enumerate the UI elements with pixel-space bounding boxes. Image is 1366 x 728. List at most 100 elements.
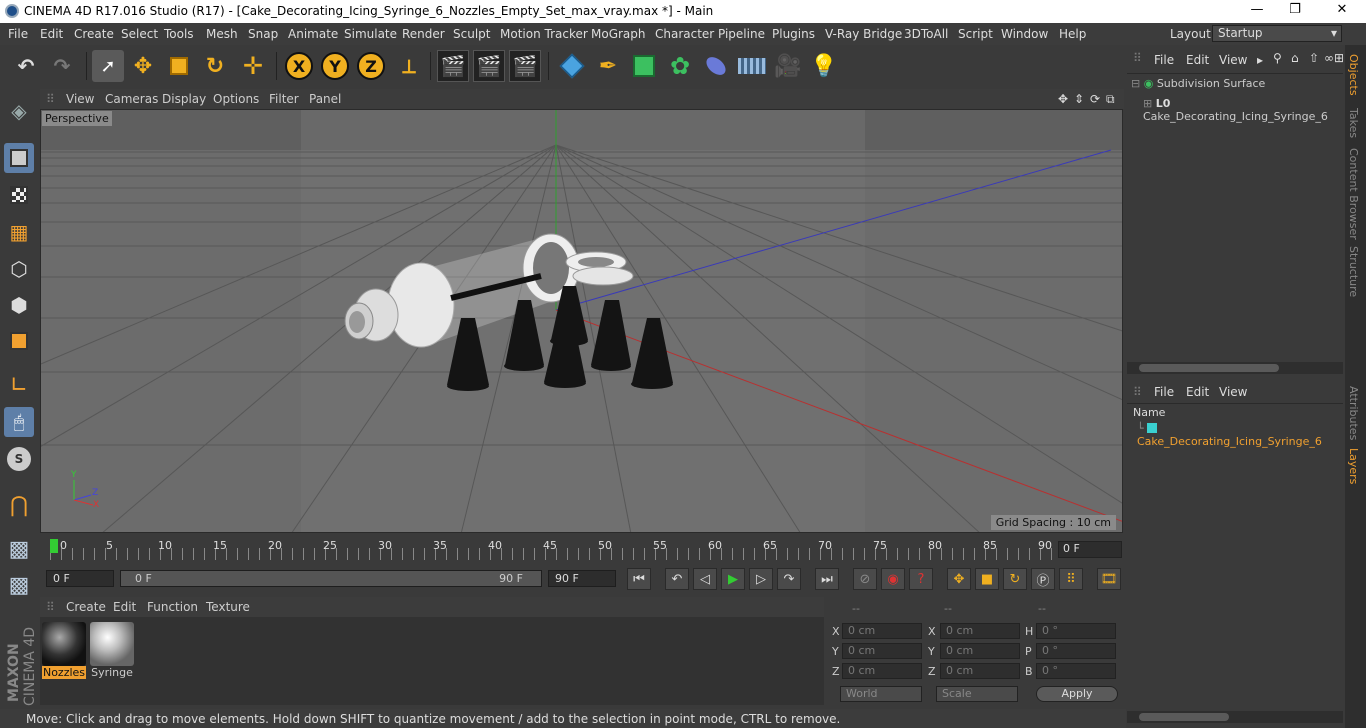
next-frame-icon[interactable]: ▷ <box>749 568 773 590</box>
layout-select[interactable]: Startup ▾ <box>1212 25 1342 42</box>
move-view-icon[interactable]: ✥ <box>1058 92 1068 106</box>
keyframe-selection-icon[interactable]: ? <box>909 568 933 590</box>
tab-takes[interactable]: Takes <box>1347 108 1360 138</box>
zoom-view-icon[interactable]: ⇕ <box>1074 92 1084 106</box>
home-icon[interactable]: ⌂ <box>1291 51 1299 65</box>
up-arrow-icon[interactable]: ⇧ <box>1309 51 1319 65</box>
size-z-field[interactable]: 0 cm <box>940 663 1020 679</box>
menu-animate[interactable]: Animate <box>288 27 338 41</box>
go-to-end-icon[interactable]: ⏭ <box>815 568 839 590</box>
viewport-menu-view[interactable]: View <box>66 92 94 106</box>
deformer-icon[interactable] <box>700 50 732 82</box>
scale-icon[interactable] <box>163 50 195 82</box>
tree-expand-icon[interactable]: ⊞ <box>1143 97 1152 110</box>
play-icon[interactable]: ▶ <box>721 568 745 590</box>
layers-menu-view[interactable]: View <box>1219 385 1247 399</box>
menu-help[interactable]: Help <box>1059 27 1086 41</box>
floor-icon[interactable] <box>736 50 768 82</box>
y-axis-button[interactable]: Y <box>319 50 351 82</box>
material-menu-edit[interactable]: Edit <box>113 600 136 614</box>
rotation-b-field[interactable]: 0 ° <box>1036 663 1116 679</box>
move-icon[interactable]: ✥ <box>127 50 159 82</box>
camera-icon[interactable]: 🎥 <box>772 50 804 82</box>
redo-icon[interactable]: ↷ <box>46 50 78 82</box>
world-select[interactable]: World <box>840 686 922 702</box>
chevron-right-icon[interactable]: ▸ <box>1257 53 1263 67</box>
pen-spline-icon[interactable]: ✒ <box>592 50 624 82</box>
position-x-field[interactable]: 0 cm <box>842 623 922 639</box>
points-mode-icon[interactable]: ⬡ <box>4 254 34 284</box>
z-axis-button[interactable]: Z <box>355 50 387 82</box>
objects-scrollbar[interactable] <box>1127 362 1343 374</box>
maximize-view-icon[interactable]: ⧉ <box>1106 92 1115 107</box>
menu-snap[interactable]: Snap <box>248 27 278 41</box>
search-icon[interactable]: ⚲ <box>1273 51 1282 65</box>
render-settings-icon[interactable]: 🎬 <box>509 50 541 82</box>
tab-attributes[interactable]: Attributes <box>1347 386 1360 440</box>
key-scale-icon[interactable]: ■ <box>975 568 999 590</box>
tree-item-syringe[interactable]: ⊞ L0 Cake_Decorating_Icing_Syringe_6 <box>1143 97 1343 123</box>
previous-key-icon[interactable]: ↶ <box>665 568 689 590</box>
texture-mode-icon[interactable] <box>4 180 34 210</box>
tree-item-subdivision-surface[interactable]: ⊟ ◉ Subdivision Surface <box>1131 77 1265 90</box>
cube-icon[interactable] <box>556 50 588 82</box>
menu-select[interactable]: Select <box>121 27 158 41</box>
size-y-field[interactable]: 0 cm <box>940 643 1020 659</box>
rotate-view-icon[interactable]: ⟳ <box>1090 92 1100 106</box>
menu-simulate[interactable]: Simulate <box>344 27 397 41</box>
x-axis-button[interactable]: X <box>283 50 315 82</box>
snap-icon[interactable]: S <box>4 444 34 474</box>
timeline-window-icon[interactable]: 🎞 <box>1097 568 1121 590</box>
current-frame-field[interactable]: 0 F <box>1058 541 1122 558</box>
viewport-menu-cameras[interactable]: Cameras <box>105 92 158 106</box>
workplane-icon[interactable]: ▦ <box>4 217 34 247</box>
tweak-mode-icon[interactable]: 🖱 <box>4 407 34 437</box>
viewport-menu-display[interactable]: Display <box>162 92 206 106</box>
layers-scrollbar[interactable] <box>1127 711 1343 723</box>
material-menu-texture[interactable]: Texture <box>206 600 250 614</box>
previous-frame-icon[interactable]: ◁ <box>693 568 717 590</box>
axis-mode-icon[interactable]: ∟ <box>4 370 34 400</box>
render-picture-viewer-icon[interactable]: 🎬 <box>473 50 505 82</box>
tab-content-browser[interactable]: Content Browser <box>1347 148 1360 240</box>
scale-select[interactable]: Scale <box>936 686 1018 702</box>
position-y-field[interactable]: 0 cm <box>842 643 922 659</box>
material-label-syringe[interactable]: Syringe <box>90 666 134 679</box>
material-swatch-nozzles[interactable] <box>42 622 86 666</box>
polygons-mode-icon[interactable] <box>4 326 34 356</box>
menu-mograph[interactable]: MoGraph <box>591 27 646 41</box>
material-label-nozzles[interactable]: Nozzles <box>42 666 86 679</box>
apply-button[interactable]: Apply <box>1036 686 1118 702</box>
menu-render[interactable]: Render <box>402 27 445 41</box>
timeline[interactable] <box>40 536 1126 566</box>
size-x-field[interactable]: 0 cm <box>940 623 1020 639</box>
objects-menu-edit[interactable]: Edit <box>1186 53 1209 67</box>
end-frame-field[interactable]: 90 F <box>548 570 616 587</box>
subdivision-icon[interactable] <box>628 50 660 82</box>
menu-mesh[interactable]: Mesh <box>206 27 238 41</box>
autokey-icon[interactable]: ◉ <box>881 568 905 590</box>
frame-range-slider[interactable]: 0 F 90 F <box>120 570 542 587</box>
rotation-h-field[interactable]: 0 ° <box>1036 623 1116 639</box>
transform-icon[interactable]: ✛ <box>237 50 269 82</box>
mograph-cloner-icon[interactable]: ✿ <box>664 50 696 82</box>
objects-menu-view[interactable]: View <box>1219 53 1247 67</box>
layers-column-name[interactable]: Name <box>1133 406 1165 419</box>
minimize-button[interactable]: — <box>1243 2 1271 20</box>
key-pla-icon[interactable]: ⠿ <box>1059 568 1083 590</box>
viewport[interactable]: Y Z X Grid Spacing : 10 cm <box>40 109 1123 533</box>
menu-sculpt[interactable]: Sculpt <box>453 27 490 41</box>
edges-mode-icon[interactable]: ⬢ <box>4 290 34 320</box>
undo-icon[interactable]: ↶ <box>10 50 42 82</box>
live-select-icon[interactable]: ➚ <box>92 50 124 82</box>
next-key-icon[interactable]: ↷ <box>777 568 801 590</box>
close-button[interactable]: ✕ <box>1328 2 1356 20</box>
loop-icon[interactable]: ∞ <box>1324 51 1334 65</box>
menu-edit[interactable]: Edit <box>40 27 63 41</box>
menu-create[interactable]: Create <box>74 27 114 41</box>
tab-structure[interactable]: Structure <box>1347 246 1360 297</box>
playhead[interactable] <box>50 539 58 553</box>
menu-character[interactable]: Character <box>655 27 714 41</box>
viewport-menu-options[interactable]: Options <box>213 92 259 106</box>
menu-file[interactable]: File <box>8 27 28 41</box>
